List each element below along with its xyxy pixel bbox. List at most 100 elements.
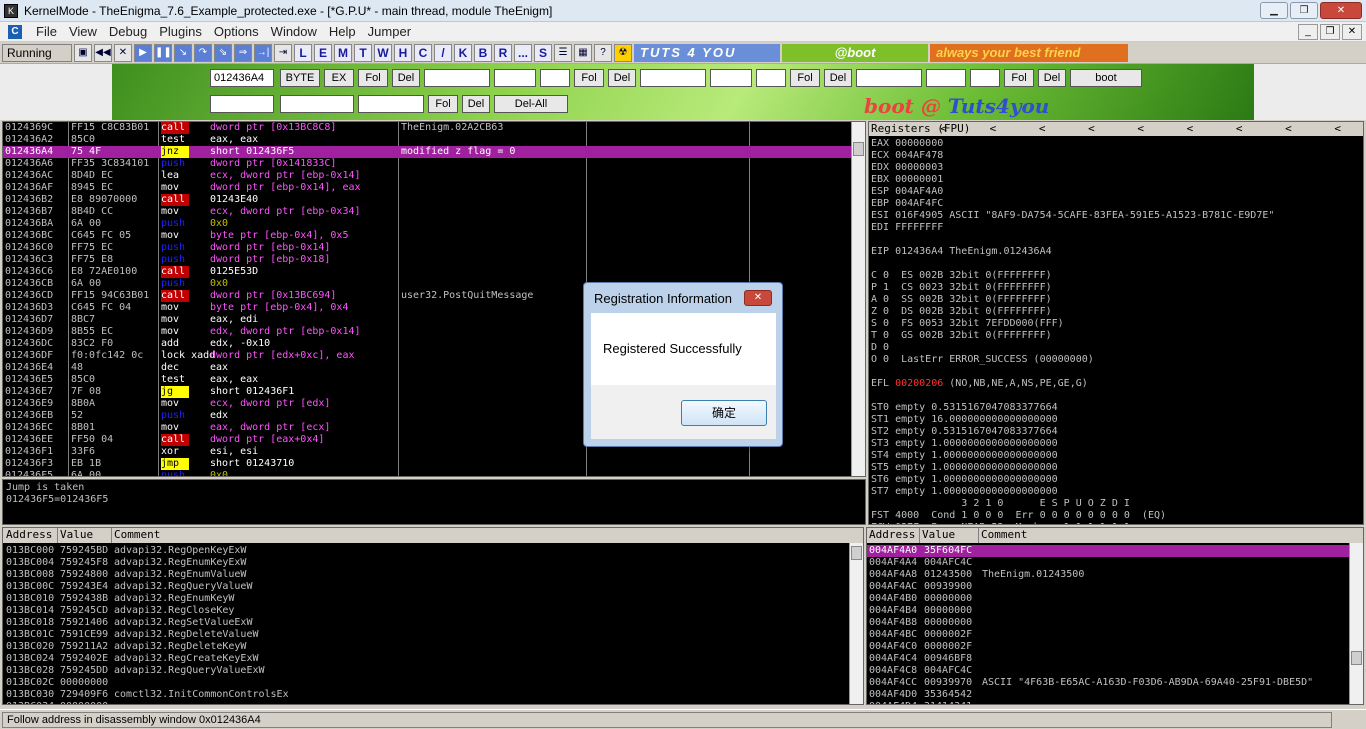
stack-row[interactable]: 004AF4AC 00939900 [867,581,1363,593]
toolbar-letter-w[interactable]: W [374,43,392,62]
del-all-button[interactable]: Del-All [494,95,568,113]
menu-debug[interactable]: Debug [103,24,153,39]
disasm-row[interactable]: 0124369C FF15 C8C83B01 call dword ptr [0x13… [3,122,865,134]
dump-row[interactable]: 013BC004 759245F8 advapi32.RegEnumKeyExW [3,557,863,569]
stack-row[interactable]: 004AF4B4 00000000 [867,605,1363,617]
input-field-6[interactable] [710,69,752,87]
help-icon[interactable]: ? [594,43,612,62]
dump-col-address[interactable]: Address [6,529,52,541]
byte-button[interactable]: BYTE [280,69,320,87]
input-field-7[interactable] [756,69,786,87]
toolbar-letter-b[interactable]: B [474,43,492,62]
menu-options[interactable]: Options [208,24,265,39]
disassembly-scrollbar[interactable] [851,122,865,476]
menu-plugins[interactable]: Plugins [153,24,208,39]
disasm-row[interactable]: 012436F5 6A 00 push 0x0 [3,470,865,476]
dump-row[interactable]: 013BC018 75921406 advapi32.RegSetValueExW [3,617,863,629]
del-button-3[interactable]: Del [824,69,852,87]
trace-into-icon[interactable]: ⇘ [214,43,232,62]
fol-button-3[interactable]: Fol [790,69,820,87]
input-field-8[interactable] [856,69,922,87]
stack-row[interactable]: 004AF4C0 0000002F [867,641,1363,653]
dump-row[interactable]: 013BC01C 7591CE99 advapi32.RegDeleteValueW [3,629,863,641]
radiation-icon[interactable]: ☢ [614,43,632,62]
disasm-row[interactable]: 012436F1 33F6 xor esi, esi [3,446,865,458]
stack-row[interactable]: 004AF4B0 00000000 [867,593,1363,605]
toolbar-letter-l[interactable]: L [294,43,312,62]
dump-row[interactable]: 013BC028 759245DD advapi32.RegQueryValueEx… [3,665,863,677]
restart-icon[interactable]: ◀◀ [94,43,112,62]
dump-col-comment[interactable]: Comment [114,529,160,541]
dump-row[interactable]: 013BC030 729409F6 comctl32.InitCommonContr… [3,689,863,701]
disasm-row[interactable]: 012436C3 FF75 E8 push dword ptr [ebp-0x18] [3,254,865,266]
step-over-icon[interactable]: ↷ [194,43,212,62]
fol-button-1[interactable]: Fol [358,69,388,87]
close-process-icon[interactable]: ✕ [114,43,132,62]
stack-pane[interactable]: Address Value Comment 004AF4A0 35F604FC 00… [866,527,1364,705]
disasm-row[interactable]: 012436B2 E8 89070000 call 01243E40 [3,194,865,206]
execute-till-return-icon[interactable]: →| [254,43,272,62]
toolbar-letter-e[interactable]: E [314,43,332,62]
ex-button[interactable]: EX [324,69,354,87]
registers-nav-arrows[interactable]: < < < < < < < < < [940,122,1359,136]
dump-row[interactable]: 013BC020 759211A2 advapi32.RegDeleteKeyW [3,641,863,653]
mdi-minimize-button[interactable]: _ [1298,24,1318,40]
dump-row[interactable]: 013BC024 7592402E advapi32.RegCreateKeyExW [3,653,863,665]
del-button-5[interactable]: Del [462,95,490,113]
input-field-5[interactable] [640,69,706,87]
boot-button[interactable]: boot [1070,69,1142,87]
stack-col-comment[interactable]: Comment [981,529,1027,541]
stack-row[interactable]: 004AF4C8 004AFC4C [867,665,1363,677]
cpu-window-icon[interactable]: C [8,24,22,39]
close-button[interactable]: ✕ [1320,2,1362,19]
stack-row[interactable]: 004AF4A4 004AFC4C [867,557,1363,569]
fol-button-4[interactable]: Fol [1004,69,1034,87]
minimize-button[interactable]: ▁ [1260,2,1288,19]
stack-row[interactable]: 004AF4A0 35F604FC [867,545,1363,557]
toolbar-letter-slash[interactable]: / [434,43,452,62]
input-field-11[interactable] [210,95,274,113]
stack-row[interactable]: 004AF4B8 00000000 [867,617,1363,629]
disasm-row[interactable]: 012436C0 FF75 EC push dword ptr [ebp-0x14] [3,242,865,254]
input-field-2[interactable] [424,69,490,87]
registers-pane[interactable]: Registers (FPU) < < < < < < < < < EAX 00… [868,121,1364,525]
mdi-restore-button[interactable]: ❐ [1320,24,1340,40]
dialog-ok-button[interactable]: 确定 [681,400,767,426]
dump-row[interactable]: 013BC010 7592438B advapi32.RegEnumKeyW [3,593,863,605]
disasm-row[interactable]: 012436AF 8945 EC mov dword ptr [ebp-0x14], … [3,182,865,194]
grid-icon[interactable]: ▦ [574,43,592,62]
stack-row[interactable]: 004AF4D4 31414341 [867,701,1363,704]
disasm-row[interactable]: 012436A4 75 4F jnz short 012436F5 modified z… [3,146,865,158]
dump-row[interactable]: 013BC00C 759243E4 advapi32.RegQueryValueW [3,581,863,593]
stack-row[interactable]: 004AF4C4 00946BF8 [867,653,1363,665]
disasm-row[interactable]: 012436B7 8B4D CC mov ecx, dword ptr [ebp-0x… [3,206,865,218]
dump-row[interactable]: 013BC034 00000000 [3,701,863,704]
dump-row[interactable]: 013BC014 759245CD advapi32.RegCloseKey [3,605,863,617]
disasm-row[interactable]: 012436A2 85C0 test eax, eax [3,134,865,146]
toolbar-letter-k[interactable]: K [454,43,472,62]
stack-row[interactable]: 004AF4BC 0000002F [867,629,1363,641]
toolbar-letter-r[interactable]: R [494,43,512,62]
open-icon[interactable]: ▣ [74,43,92,62]
del-button-4[interactable]: Del [1038,69,1066,87]
del-button-1[interactable]: Del [392,69,420,87]
menu-jumper[interactable]: Jumper [362,24,417,39]
menu-view[interactable]: View [63,24,103,39]
stack-row[interactable]: 004AF4D0 35364542 [867,689,1363,701]
pause-icon[interactable]: ❚❚ [154,43,172,62]
menu-window[interactable]: Window [265,24,323,39]
stack-row[interactable]: 004AF4CC 00939970 ASCII "4F63B-E65AC-A163D… [867,677,1363,689]
disasm-row[interactable]: 012436C6 E8 72AE0100 call 0125E53D [3,266,865,278]
toolbar-letter-t[interactable]: T [354,43,372,62]
toolbar-letter-h[interactable]: H [394,43,412,62]
dump-scrollbar[interactable] [849,543,863,704]
disasm-row[interactable]: 012436AC 8D4D EC lea ecx, dword ptr [ebp-0x… [3,170,865,182]
stack-col-address[interactable]: Address [869,529,915,541]
disasm-row[interactable]: 012436F3 EB 1B jmp short 01243710 [3,458,865,470]
dump-row[interactable]: 013BC008 75924800 advapi32.RegEnumValueW [3,569,863,581]
disasm-row[interactable]: 012436BA 6A 00 push 0x0 [3,218,865,230]
input-field-3[interactable] [494,69,536,87]
menu-help[interactable]: Help [323,24,362,39]
address-field[interactable]: 012436A4 [210,69,274,87]
run-icon[interactable]: ▶ [134,43,152,62]
